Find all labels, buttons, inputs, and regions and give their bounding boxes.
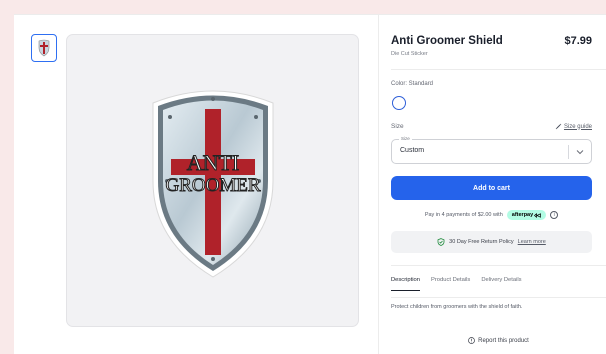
info-icon[interactable]: i [550, 211, 559, 219]
tab-delivery-details[interactable]: Delivery Details [481, 277, 521, 291]
size-select-value: Custom [400, 147, 425, 154]
afterpay-message: Pay in 4 payments of $2.00 with afterpay… [391, 209, 592, 221]
product-thumbnail[interactable] [31, 34, 57, 62]
shield-thumbnail-icon [38, 39, 50, 57]
column-divider [378, 15, 379, 354]
alert-circle-icon [468, 337, 475, 344]
product-subtitle: Die Cut Sticker [391, 51, 428, 57]
divider [391, 69, 606, 70]
color-swatch-standard[interactable] [392, 96, 406, 110]
report-product-label: Report this product [478, 337, 529, 344]
afterpay-badge-label: afterpay [511, 212, 534, 218]
product-page: ANTI GROOMER Anti Groomer Shield Die Cut… [14, 14, 606, 354]
product-main-image: ANTI GROOMER [66, 34, 359, 327]
add-to-cart-button[interactable]: Add to cart [391, 176, 592, 200]
shield-text-line2: GROOMER [165, 175, 260, 196]
size-guide-label: Size guide [563, 123, 592, 130]
anti-groomer-shield-sticker: ANTI GROOMER [152, 90, 273, 278]
afterpay-text: Pay in 4 payments of $2.00 with [424, 212, 503, 218]
report-product-link[interactable]: Report this product [391, 337, 606, 344]
select-separator [568, 145, 569, 159]
return-policy-box: 30 Day Free Return Policy Learn more [391, 231, 592, 253]
divider [391, 297, 606, 298]
product-price: $7.99 [564, 35, 592, 47]
learn-more-link[interactable]: Learn more [518, 239, 546, 245]
size-label: Size [391, 123, 404, 130]
divider [391, 265, 606, 266]
tab-description[interactable]: Description [391, 277, 420, 291]
size-select-legend: Size [399, 136, 412, 141]
ruler-icon [555, 123, 562, 130]
shield-text-line1: ANTI [186, 150, 239, 175]
color-label: Color: Standard [391, 81, 434, 87]
product-info-panel: Anti Groomer Shield Die Cut Sticker $7.9… [391, 15, 606, 354]
tab-product-details[interactable]: Product Details [431, 277, 470, 291]
shield-check-icon [437, 238, 445, 246]
size-guide-link[interactable]: Size guide [555, 123, 592, 130]
afterpay-badge[interactable]: afterpay [506, 210, 547, 220]
chevron-down-icon [576, 150, 584, 155]
product-title: Anti Groomer Shield [391, 35, 503, 47]
return-policy-text: 30 Day Free Return Policy [449, 239, 514, 245]
afterpay-logo-icon [534, 212, 542, 218]
size-select[interactable]: Size Custom [391, 136, 592, 164]
product-tabs: Description Product Details Delivery Det… [391, 277, 522, 291]
product-description: Protect children from groomers with the … [391, 304, 523, 310]
